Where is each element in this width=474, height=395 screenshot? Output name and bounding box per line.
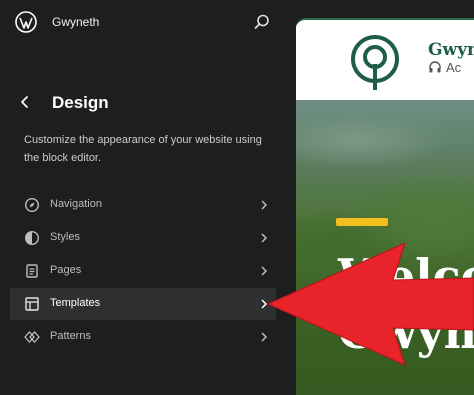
nav-label-pages: Pages <box>50 264 82 276</box>
nav-label-templates: Templates <box>50 297 101 309</box>
nav-item-templates[interactable]: Templates <box>10 288 276 320</box>
hero-accent-bar <box>336 218 388 226</box>
chevron-right-icon <box>261 332 268 342</box>
panel-description: Customize the appearance of your website… <box>24 134 262 164</box>
design-sidebar: Gwyneth Design Customize the appearance … <box>0 0 296 395</box>
nav-item-pages[interactable]: Pages <box>10 255 276 287</box>
chevron-right-icon <box>261 200 268 210</box>
site-preview[interactable]: Gwyn Ac Welco Gwyn <box>296 18 474 395</box>
site-name[interactable]: Gwyneth <box>52 15 99 29</box>
preview-site-tagline: Ac <box>446 60 462 75</box>
sidebar-topbar: Gwyneth <box>0 0 296 46</box>
chevron-right-icon <box>261 266 268 276</box>
headphones-icon <box>429 61 441 73</box>
search-icon[interactable] <box>253 13 271 31</box>
half-circle-icon <box>24 230 40 246</box>
preview-site-title: Gwyn <box>428 40 474 60</box>
wordpress-logo-icon[interactable] <box>15 11 37 33</box>
diamond-pattern-icon <box>24 331 40 343</box>
panel-title: Design <box>52 93 109 112</box>
nav-label-navigation: Navigation <box>50 198 102 210</box>
nav-item-navigation[interactable]: Navigation <box>10 189 276 221</box>
nav-item-styles[interactable]: Styles <box>10 222 276 254</box>
page-icon <box>26 264 38 278</box>
nav-label-patterns: Patterns <box>50 330 91 342</box>
back-chevron-icon[interactable] <box>17 94 33 110</box>
hero-title: Welco Gwyn <box>338 248 474 360</box>
nav-label-styles: Styles <box>50 231 80 243</box>
chevron-right-icon <box>261 233 268 243</box>
chevron-right-icon <box>261 299 268 309</box>
preview-site-logo <box>340 28 410 98</box>
layout-icon <box>25 297 39 311</box>
hero-title-line1: Welco <box>338 249 474 303</box>
hero-title-line2: Gwyn <box>338 305 474 359</box>
compass-icon <box>24 197 40 213</box>
tree-logo-icon <box>351 35 399 90</box>
preview-hero: Welco Gwyn <box>296 100 474 395</box>
nav-item-patterns[interactable]: Patterns <box>10 321 276 353</box>
